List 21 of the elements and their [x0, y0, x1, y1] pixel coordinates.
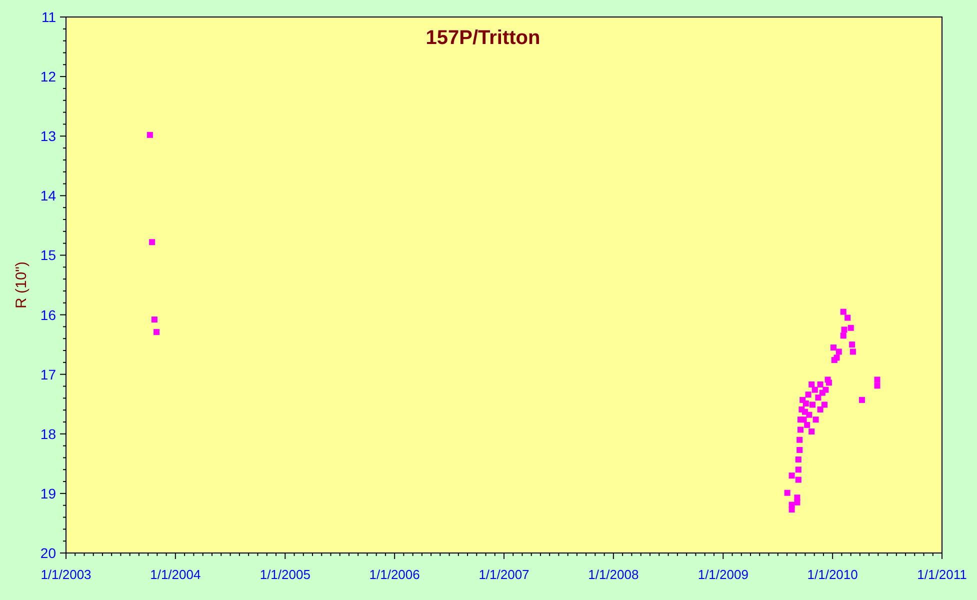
- y-tick-label: 16: [40, 306, 56, 323]
- chart-title: 157P/Tritton: [426, 27, 540, 49]
- x-tick-label: 1/1/2004: [150, 567, 201, 582]
- x-tick-label: 1/1/2011: [917, 567, 967, 582]
- y-tick-label: 15: [40, 247, 56, 264]
- y-tick-label: 13: [40, 128, 56, 144]
- y-tick-label: 17: [40, 366, 56, 382]
- x-tick-label: 1/1/2009: [698, 567, 748, 582]
- x-tick-label: 1/1/2005: [260, 567, 310, 582]
- y-tick-label: 14: [40, 188, 56, 204]
- x-tick-label: 1/1/2007: [478, 567, 530, 582]
- y-tick-label: 18: [40, 426, 56, 442]
- y-tick-label: 11: [41, 9, 56, 25]
- x-tick-label: 1/1/2010: [807, 567, 858, 582]
- x-tick-label: 1/1/2006: [369, 567, 420, 582]
- x-tick-label: 1/1/2008: [588, 567, 639, 582]
- y-tick-label: 12: [40, 68, 56, 85]
- y-tick-label: 20: [40, 545, 56, 561]
- y-tick-label: 19: [40, 485, 56, 502]
- y-axis-title: R (10"): [13, 262, 30, 308]
- x-tick-label: 1/1/2003: [40, 567, 92, 582]
